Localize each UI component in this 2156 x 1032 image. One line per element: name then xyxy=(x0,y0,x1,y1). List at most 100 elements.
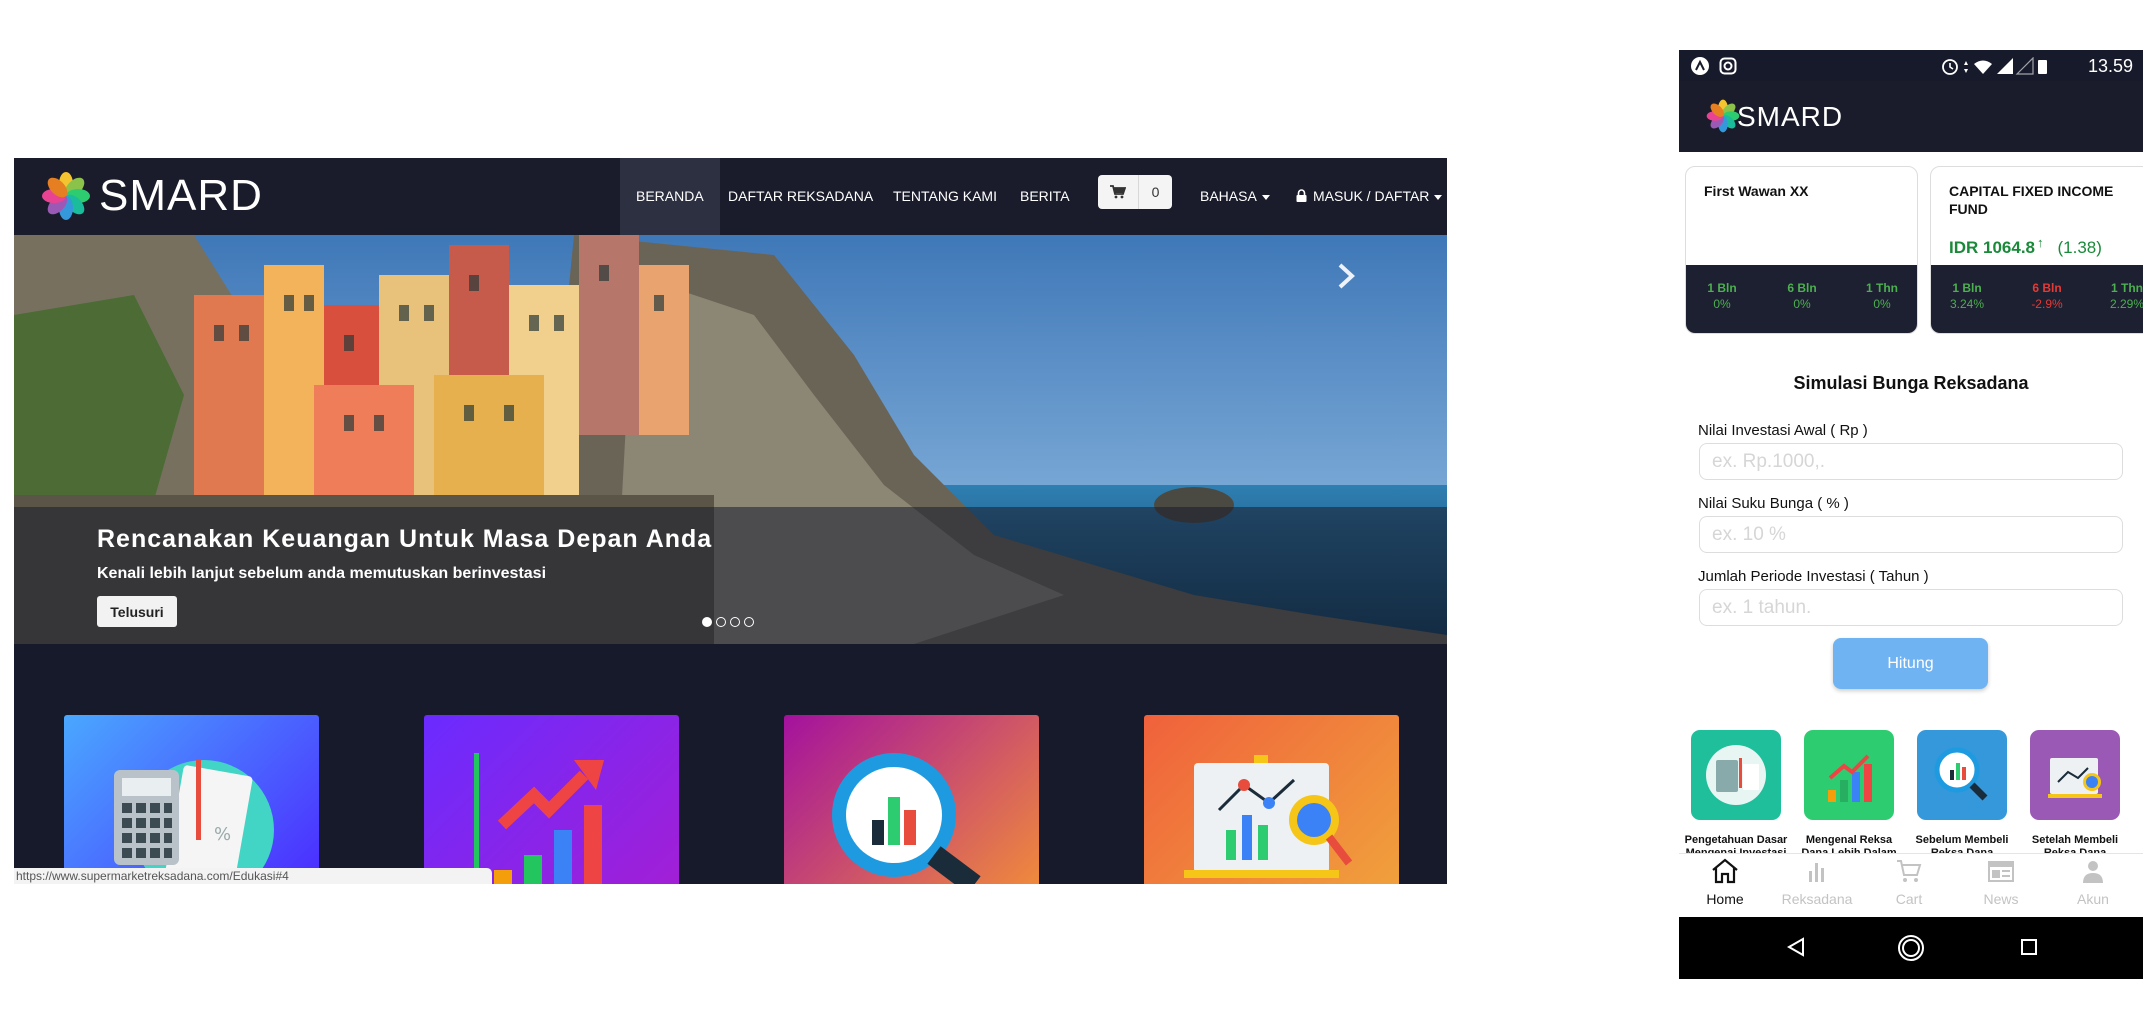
home-icon xyxy=(1712,858,1738,884)
calculator-icon xyxy=(1706,745,1766,805)
chevron-right-icon xyxy=(1338,263,1355,289)
edukasi-tile-2[interactable] xyxy=(1804,730,1894,820)
masuk-label: MASUK / DAFTAR xyxy=(1313,188,1430,204)
hitung-button[interactable]: Hitung xyxy=(1833,638,1988,689)
edukasi-tile-1[interactable] xyxy=(1691,730,1781,820)
fund-stat: 1 Bln 0% xyxy=(1692,280,1752,312)
presentation-board-icon xyxy=(1184,755,1353,878)
suku-bunga-label: Nilai Suku Bunga ( % ) xyxy=(1698,495,1849,512)
edukasi-tile-4[interactable] xyxy=(2030,730,2120,820)
stat-value: 0% xyxy=(1873,297,1891,311)
hero-carousel: Rencanakan Keuangan Untuk Masa Depan And… xyxy=(14,235,1447,644)
back-icon[interactable] xyxy=(1785,936,1807,963)
carousel-indicators xyxy=(702,617,754,627)
stat-label: 6 Bln xyxy=(2032,281,2062,295)
fund-stat: 1 Thn 0% xyxy=(1852,280,1912,312)
stat-value: 3.24% xyxy=(1949,297,1985,311)
cart-button[interactable]: 0 xyxy=(1098,175,1172,209)
fund-stat: 6 Bln 0% xyxy=(1772,280,1832,312)
carousel-dot[interactable] xyxy=(744,617,754,627)
edukasi-tile-3[interactable] xyxy=(784,715,1039,884)
fund-stat: 1 Thn 2.29% xyxy=(2097,280,2143,312)
stat-value: -2.9% xyxy=(2031,297,2063,311)
fund-stats: 1 Bln 0% 6 Bln 0% 1 Thn 0% xyxy=(1686,265,1917,333)
desktop-website: SMARD BERANDA DAFTAR REKSADANA TENTANG K… xyxy=(14,158,1447,884)
app-brand-name: SMARD xyxy=(1737,101,1844,132)
edukasi-tile-3[interactable] xyxy=(1917,730,2007,820)
fund-price-change: (1.38) xyxy=(2057,238,2102,257)
tab-label: Cart xyxy=(1895,891,1923,907)
bar-chart-icon xyxy=(1809,863,1824,882)
fund-stat: 6 Bln -2.9% xyxy=(2017,280,2077,312)
carousel-dot[interactable] xyxy=(716,617,726,627)
tab-akun[interactable]: Akun xyxy=(2047,858,2139,907)
status-icons xyxy=(1941,56,2051,80)
brand-logo[interactable]: SMARD xyxy=(41,168,263,224)
fund-price: IDR 1064.8 ↑ (1.38) xyxy=(1949,235,2102,258)
fund-card[interactable]: First Wawan XX 1 Bln 0% 6 Bln 0% 1 Thn 0% xyxy=(1685,166,1918,334)
carousel-next-button[interactable] xyxy=(1336,261,1356,296)
simulasi-title: Simulasi Bunga Reksadana xyxy=(1793,373,2029,393)
cart-icon xyxy=(1098,175,1139,209)
recents-icon[interactable] xyxy=(2019,937,2039,962)
bottom-tab-bar: Home Reksadana Cart News Akun xyxy=(1679,853,2143,918)
periode-input[interactable] xyxy=(1699,589,2123,626)
stat-value: 0% xyxy=(1713,297,1731,311)
growth-chart-icon xyxy=(474,753,604,884)
cart-icon xyxy=(1897,860,1922,882)
nav-daftar-reksadana[interactable]: DAFTAR REKSADANA xyxy=(728,158,873,235)
android-status-bar: 13.59 xyxy=(1679,50,2143,81)
home-circle-icon[interactable] xyxy=(1896,933,1926,968)
tab-news[interactable]: News xyxy=(1955,858,2047,907)
notification-a-icon xyxy=(1691,57,1709,80)
fund-card[interactable]: CAPITAL FIXED INCOME FUND IDR 1064.8 ↑ (1.… xyxy=(1930,166,2143,334)
nav-beranda[interactable]: BERANDA xyxy=(620,158,720,235)
nav-masuk-daftar-dropdown[interactable]: MASUK / DAFTAR xyxy=(1296,158,1443,235)
nav-tentang-kami[interactable]: TENTANG KAMI xyxy=(893,158,997,235)
magnifier-chart-icon xyxy=(1934,747,1988,801)
carousel-dot[interactable] xyxy=(702,617,712,627)
stat-value: 2.29% xyxy=(2109,297,2143,311)
stat-value: 0% xyxy=(1793,297,1811,311)
chevron-down-icon xyxy=(1261,194,1270,200)
nav-bahasa-dropdown[interactable]: BAHASA xyxy=(1200,158,1270,235)
app-header: SMARD xyxy=(1679,81,2143,152)
edukasi-tile-2[interactable] xyxy=(424,715,679,884)
suku-bunga-input[interactable] xyxy=(1699,516,2123,553)
mobile-app-screen: 13.59 SMARD First Wawan XX 1 Bln 0% 6 Bln… xyxy=(1679,50,2143,979)
edukasi-tile-1[interactable]: % xyxy=(64,715,319,884)
bahasa-label: BAHASA xyxy=(1200,188,1257,204)
smard-flower-icon xyxy=(1706,99,1740,133)
growth-chart-icon xyxy=(1828,754,1872,802)
instagram-icon xyxy=(1719,57,1737,80)
tab-label: Akun xyxy=(2077,891,2109,907)
tab-home[interactable]: Home xyxy=(1679,858,1771,907)
edukasi-tile-4[interactable] xyxy=(1144,715,1399,884)
tab-cart[interactable]: Cart xyxy=(1863,858,1955,907)
fund-price-value: IDR 1064.8 xyxy=(1949,238,2035,257)
chevron-down-icon xyxy=(1434,194,1443,200)
stat-label: 1 Thn xyxy=(1866,281,1898,295)
stat-label: 6 Bln xyxy=(1787,281,1817,295)
brand-name: SMARD xyxy=(99,171,263,220)
hero-subtitle: Kenali lebih lanjut sebelum anda memutus… xyxy=(97,565,547,582)
carousel-dot[interactable] xyxy=(730,617,740,627)
calculator-icon: % xyxy=(114,760,274,884)
android-nav-bar xyxy=(1679,917,2143,979)
browser-status-url: https://www.supermarketreksadana.com/Edu… xyxy=(14,868,492,884)
stat-label: 1 Bln xyxy=(1707,281,1737,295)
periode-label: Jumlah Periode Investasi ( Tahun ) xyxy=(1698,568,1929,585)
nav-berita[interactable]: BERITA xyxy=(1020,158,1070,235)
news-icon xyxy=(1988,861,2014,882)
tab-label: Home xyxy=(1706,891,1744,907)
cart-count: 0 xyxy=(1151,184,1160,200)
stat-label: 1 Thn xyxy=(2111,281,2143,295)
fund-stats: 1 Bln 3.24% 6 Bln -2.9% 1 Thn 2.29% xyxy=(1931,265,2143,333)
user-icon xyxy=(2083,861,2103,883)
investasi-awal-input[interactable] xyxy=(1699,443,2123,480)
presentation-board-icon xyxy=(2048,758,2102,798)
telusuri-button[interactable]: Telusuri xyxy=(97,596,177,627)
tab-reksadana[interactable]: Reksadana xyxy=(1771,858,1863,907)
magnifier-chart-icon xyxy=(832,753,981,884)
stat-label: 1 Bln xyxy=(1952,281,1982,295)
